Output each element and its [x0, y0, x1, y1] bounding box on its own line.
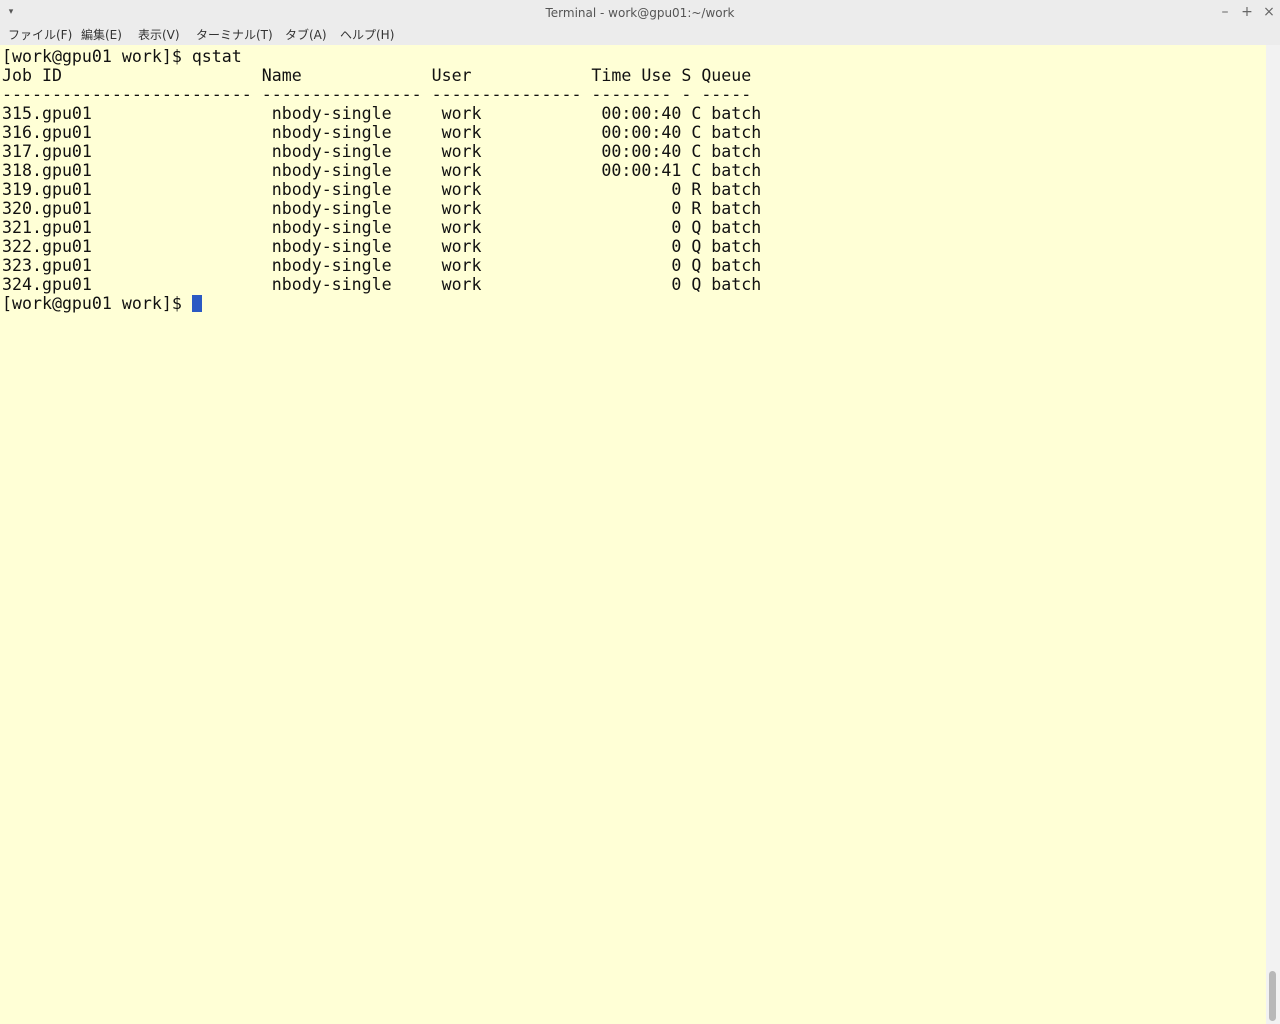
text-cursor: [191, 295, 202, 312]
menu-file[interactable]: ファイル(F): [8, 25, 72, 45]
close-icon[interactable]: ×: [1260, 3, 1278, 21]
menu-tabs[interactable]: タブ(A): [285, 25, 327, 45]
maximize-icon[interactable]: +: [1238, 3, 1256, 21]
job-row: 318.gpu01 nbody-single work 00:00:41 C b…: [2, 161, 762, 180]
job-row: 317.gpu01 nbody-single work 00:00:40 C b…: [2, 142, 762, 161]
job-row: 316.gpu01 nbody-single work 00:00:40 C b…: [2, 123, 762, 142]
prompt-line[interactable]: [work@gpu01 work]$: [2, 294, 202, 313]
menu-terminal[interactable]: ターミナル(T): [196, 25, 273, 45]
job-row: 322.gpu01 nbody-single work 0 Q batch: [2, 237, 762, 256]
qstat-header: Job ID Name User Time Use S Queue: [2, 66, 752, 85]
menu-view[interactable]: 表示(V): [138, 25, 180, 45]
command-line: [work@gpu01 work]$ qstat: [2, 47, 242, 66]
scrollbar-thumb[interactable]: [1269, 971, 1276, 1021]
title-bar[interactable]: ▾ Terminal - work@gpu01:~/work – + ×: [0, 0, 1280, 25]
terminal-window: ▾ Terminal - work@gpu01:~/work – + × ファイ…: [0, 0, 1280, 1024]
terminal-output[interactable]: [work@gpu01 work]$ qstat Job ID Name Use…: [0, 45, 1266, 1024]
window-title: Terminal - work@gpu01:~/work: [545, 6, 735, 20]
menu-help[interactable]: ヘルプ(H): [340, 25, 394, 45]
job-row: 324.gpu01 nbody-single work 0 Q batch: [2, 275, 762, 294]
minimize-icon[interactable]: –: [1216, 3, 1234, 21]
job-row: 323.gpu01 nbody-single work 0 Q batch: [2, 256, 762, 275]
job-row: 320.gpu01 nbody-single work 0 R batch: [2, 199, 762, 218]
menu-bar: ファイル(F) 編集(E) 表示(V) ターミナル(T) タブ(A) ヘルプ(H…: [0, 25, 1280, 45]
qstat-separator: ------------------------- --------------…: [2, 85, 752, 104]
vertical-scrollbar[interactable]: [1266, 45, 1280, 1024]
prompt-text: [work@gpu01 work]$: [2, 294, 192, 313]
job-row: 315.gpu01 nbody-single work 00:00:40 C b…: [2, 104, 762, 123]
job-row: 319.gpu01 nbody-single work 0 R batch: [2, 180, 762, 199]
job-row: 321.gpu01 nbody-single work 0 Q batch: [2, 218, 762, 237]
menu-edit[interactable]: 編集(E): [81, 25, 122, 45]
